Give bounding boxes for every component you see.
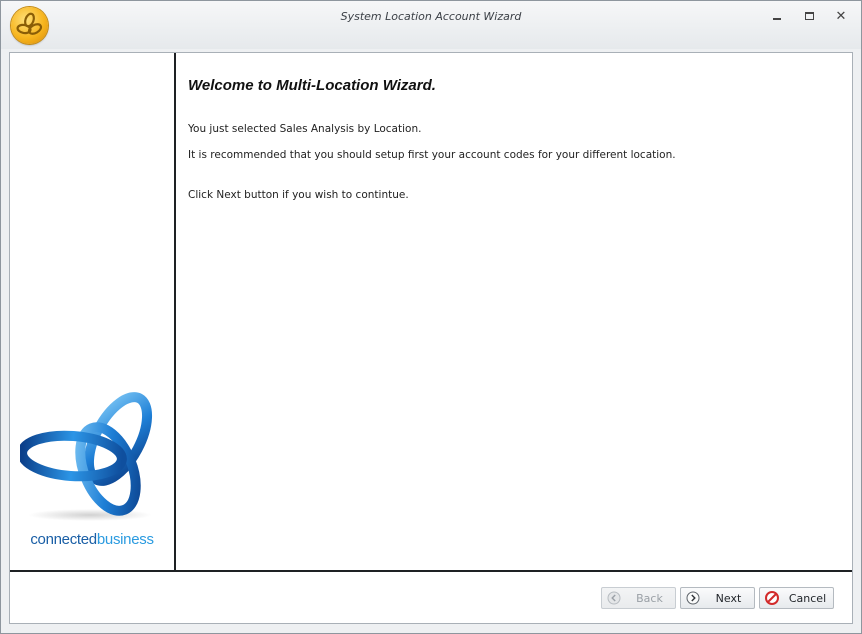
minimize-button[interactable] — [767, 7, 787, 25]
chevron-right-circle-icon — [686, 591, 700, 605]
restore-button[interactable] — [799, 7, 819, 25]
title-bar[interactable]: System Location Account Wizard ✕ — [1, 1, 861, 49]
back-button[interactable]: Back — [601, 587, 676, 609]
minimize-icon — [773, 18, 781, 20]
close-icon: ✕ — [835, 8, 847, 24]
info-line-1: You just selected Sales Analysis by Loca… — [188, 123, 422, 135]
brand-wordmark: connectedbusiness — [10, 531, 174, 548]
wizard-client-area: connectedbusiness Welcome to Multi-Locat… — [9, 52, 853, 624]
restore-icon — [804, 12, 814, 20]
next-button-label: Next — [715, 592, 742, 605]
chevron-left-circle-icon — [607, 591, 621, 605]
wizard-sidebar: connectedbusiness — [10, 53, 176, 570]
cancel-button[interactable]: Cancel — [759, 587, 834, 609]
brand-wordmark-part2: business — [96, 531, 154, 548]
connected-business-logo-icon — [20, 392, 153, 521]
brand-wordmark-part1: connected — [30, 531, 97, 548]
page-title: Welcome to Multi-Location Wizard. — [188, 77, 436, 94]
cancel-icon — [765, 591, 779, 605]
footer-divider — [10, 570, 852, 572]
wizard-page-content: Welcome to Multi-Location Wizard. You ju… — [176, 53, 852, 570]
info-line-3: Click Next button if you wish to contint… — [188, 189, 409, 201]
window-title: System Location Account Wizard — [340, 10, 522, 23]
next-button[interactable]: Next — [680, 587, 755, 609]
cancel-button-label: Cancel — [788, 592, 827, 605]
info-line-2: It is recommended that you should setup … — [188, 149, 676, 161]
wizard-window: System Location Account Wizard ✕ connect… — [0, 0, 862, 634]
back-button-label: Back — [636, 592, 663, 605]
close-button[interactable]: ✕ — [831, 7, 851, 25]
